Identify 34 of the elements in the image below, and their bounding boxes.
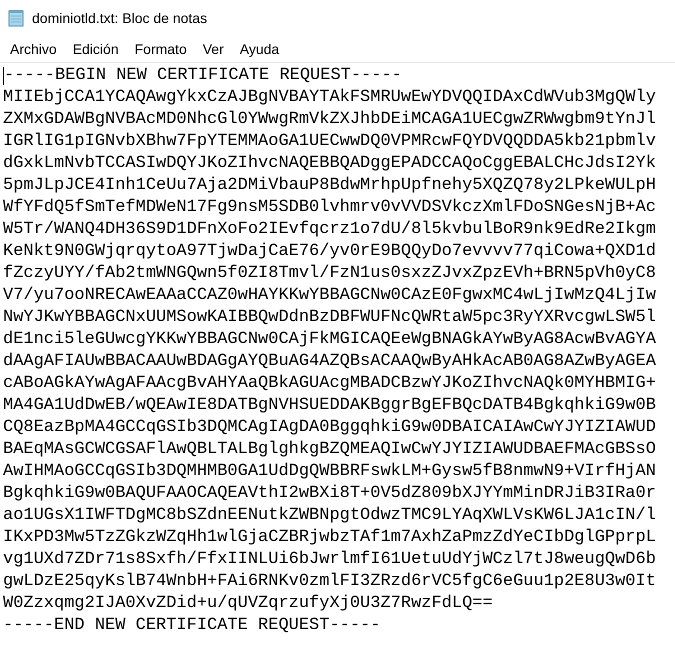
text-line: ao1UGsX1IWFTDgMC8bSZdnEENutkZWBNpgtOdwzTMC9LYAqXWLVsKW6LJA1cIN/l (3, 505, 656, 527)
text-line: AwIHMAoGCCqGSIb3DQMHMB0GA1UdDgQWBBRFswkLM+Gysw5fB8nmwN9+VIrfHjAN (3, 461, 656, 483)
text-line: WfYFdQ5fSmTefMDWeN17Fg9nsM5SDB0lvhmrv0vVVDSVkczXmlFDoSNGesNjB+Ac (3, 197, 656, 219)
text-line: BAEqMAsGCWCGSAFlAwQBLTALBglghkgBZQMEAQIwCwYJYIZIAWUDBAEFMAcGBSsO (3, 439, 656, 461)
text-line: W0Zzxqmg2IJA0XvZDid+u/qUVZqrzufyXj0U3Z7RwzFdLQ== (3, 593, 493, 615)
text-line: CQ8EazBpMA4GCCqGSIb3DQMCAgIAgDA0BggqhkiG9w0DBAICAIAwCwYJYIZIAWUD (3, 417, 656, 439)
menu-item[interactable]: Ayuda (232, 39, 288, 59)
text-line: fZczyUYY/fAb2tmWNGQwn5f0ZI8Tmvl/FzN1us0sxzZJvxZpzEVh+BRN5pVh0yC8 (3, 263, 656, 285)
text-line: vg1UXd7ZDr71s8Sxfh/FfxIINLUi6bJwrlmfI61UetuUdYjWCzl7tJ8weugQwD6b (3, 549, 656, 571)
text-line: 5pmJLpJCE4Inh1CeUu7Aja2DMiVbauP8BdwMrhpUpfnehy5XQZQ78y2LPkeWULpH (3, 175, 656, 197)
text-line: V7/yu7ooNRECAwEAAaCCAZ0wHAYKKwYBBAGCNw0CAzE0FgwxMC4wLjIwMzQ4LjIw (3, 285, 656, 307)
menu-item[interactable]: Edición (64, 39, 127, 59)
text-line: dGxkLmNvbTCCASIwDQYJKoZIhvcNAQEBBQADggEPADCCAQoCggEBALCHcJdsI2Yk (3, 153, 656, 175)
text-line: IGRlIG1pIGNvbXBhw7FpYTEMMAoGA1UECwwDQ0VPMRcwFQYDVQQDDA5kb21pbmlv (3, 131, 656, 153)
text-line: NwYJKwYBBAGCNxUUMSowKAIBBQwDdnBzDBFWUFNcQWRtaW5pc3RyYXRvcgwLSW5l (3, 307, 656, 329)
text-line: -----END NEW CERTIFICATE REQUEST----- (3, 615, 380, 637)
menu-item[interactable]: Formato (126, 39, 195, 59)
notepad-icon (8, 9, 24, 27)
text-line: ZXMxGDAWBgNVBAcMD0NhcGl0YWwgRmVkZXJhbDEiMCAGA1UECgwZRWwgbm9tYnJl (3, 109, 656, 131)
text-line: MIIEbjCCA1YCAQAwgYkxCzAJBgNVBAYTAkFSMRUwEwYDVQQIDAxCdWVub3MgQWly (3, 87, 656, 109)
text-line: dE1nci5leGUwcgYKKwYBBAGCNw0CAjFkMGICAQEeWgBNAGkAYwByAG8AcwBvAGYA (3, 329, 656, 351)
text-line: -----BEGIN NEW CERTIFICATE REQUEST----- (4, 65, 402, 87)
text-line: IKxPD3Mw5TzZGkzWZqHh1wlGjaCZBRjwbzTAf1m7AxhZaPmzZdYeCIbDglGPprpL (3, 527, 656, 549)
text-line: gwLDzE25qyKslB74WnbH+FAi6RNKv0zmlFI3ZRzd6rVC5fgC6eGuu1p2E8U3w0It (3, 571, 656, 593)
text-line: MA4GA1UdDwEB/wQEAwIE8DATBgNVHSUEDDAKBggrBgEFBQcDATB4BgkqhkiG9w0B (3, 395, 656, 417)
menu-item[interactable]: Archivo (2, 39, 65, 59)
window-title: dominiotld.txt: Bloc de notas (32, 10, 208, 26)
text-cursor (3, 67, 4, 85)
text-line: W5Tr/WANQ4DH36S9D1DFnXoFo2IEvfqcrz1o7dU/8l5kvbulBoR9nk9EdRe2Ikgm (3, 219, 656, 241)
menu-item[interactable]: Ver (194, 39, 232, 59)
text-line: BgkqhkiG9w0BAQUFAAOCAQEAVthI2wBXi8T+0V5dZ809bXJYYmMinDRJiB3IRa0r (3, 483, 656, 505)
text-line: cABoAGkAYwAgAFAAcgBvAHYAaQBkAGUAcgMBADCBzwYJKoZIhvcNAQk0MYHBMIG+ (3, 373, 656, 395)
text-line: dAAgAFIAUwBBACAAUwBDAGgAYQBuAG4AZQBsACAAQwByAHkAcAB0AG8AZwByAGEA (3, 351, 656, 373)
text-line: KeNkt9N0GWjqrqytoA97TjwDajCaE76/yv0rE9BQQyDo7evvvv77qiCowa+QXD1d (3, 241, 656, 263)
